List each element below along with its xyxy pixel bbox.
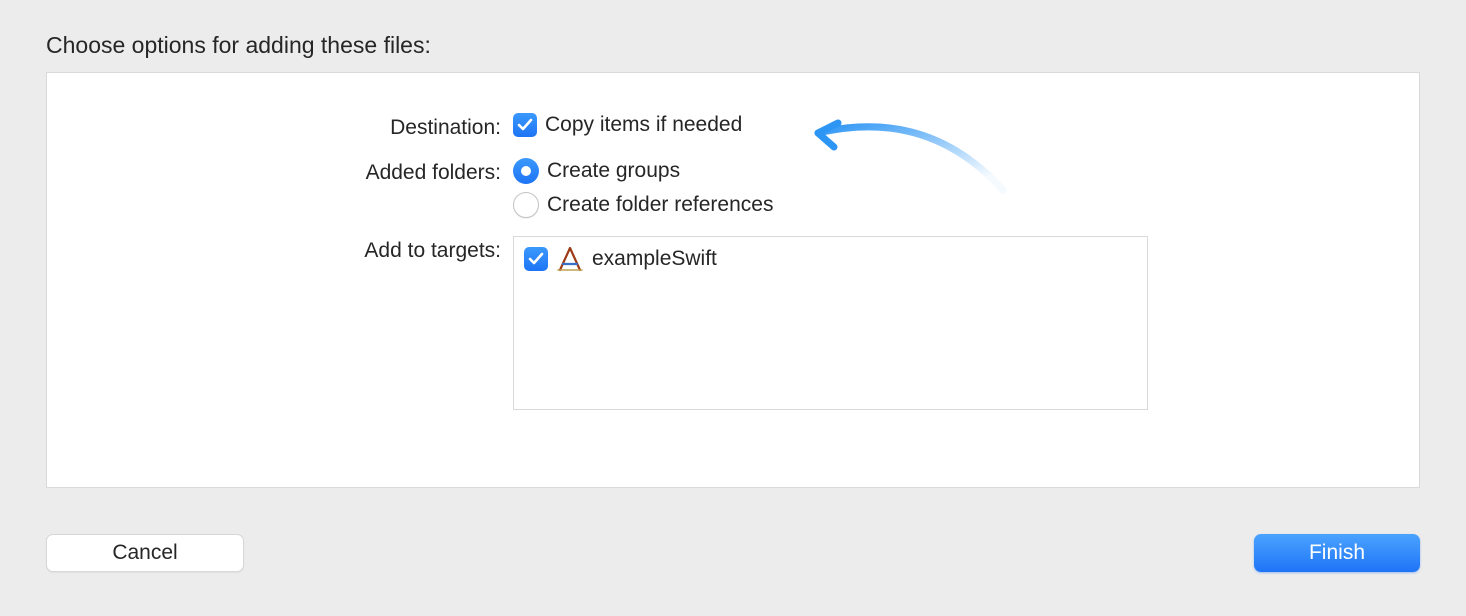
add-to-targets-label: Add to targets:	[47, 236, 513, 263]
finish-button[interactable]: Finish	[1254, 534, 1420, 572]
create-groups-text: Create groups	[547, 159, 680, 183]
create-groups-option[interactable]: Create groups	[513, 158, 1419, 184]
added-folders-row: Added folders: Create groups Create fold…	[47, 158, 1419, 218]
create-references-option[interactable]: Create folder references	[513, 192, 1419, 218]
target-checkbox[interactable]	[524, 247, 548, 271]
options-panel: Destination: Copy items if needed Added …	[46, 72, 1420, 488]
added-folders-label: Added folders:	[47, 158, 513, 185]
add-to-targets-row: Add to targets:	[47, 236, 1419, 410]
create-groups-radio[interactable]	[513, 158, 539, 184]
target-name: exampleSwift	[592, 247, 717, 271]
copy-items-option[interactable]: Copy items if needed	[513, 113, 1419, 137]
targets-list[interactable]: exampleSwift	[513, 236, 1148, 410]
button-bar: Cancel Finish	[46, 534, 1420, 572]
target-item[interactable]: exampleSwift	[524, 245, 1137, 273]
copy-items-text: Copy items if needed	[545, 113, 742, 137]
add-files-dialog: Choose options for adding these files: D…	[0, 0, 1466, 616]
create-references-text: Create folder references	[547, 193, 773, 217]
cancel-button[interactable]: Cancel	[46, 534, 244, 572]
checkmark-icon	[528, 252, 544, 266]
create-references-radio[interactable]	[513, 192, 539, 218]
checkmark-icon	[517, 118, 533, 132]
app-icon	[556, 245, 584, 273]
destination-label: Destination:	[47, 113, 513, 140]
destination-row: Destination: Copy items if needed	[47, 113, 1419, 140]
copy-items-checkbox[interactable]	[513, 113, 537, 137]
dialog-title: Choose options for adding these files:	[0, 0, 1466, 59]
